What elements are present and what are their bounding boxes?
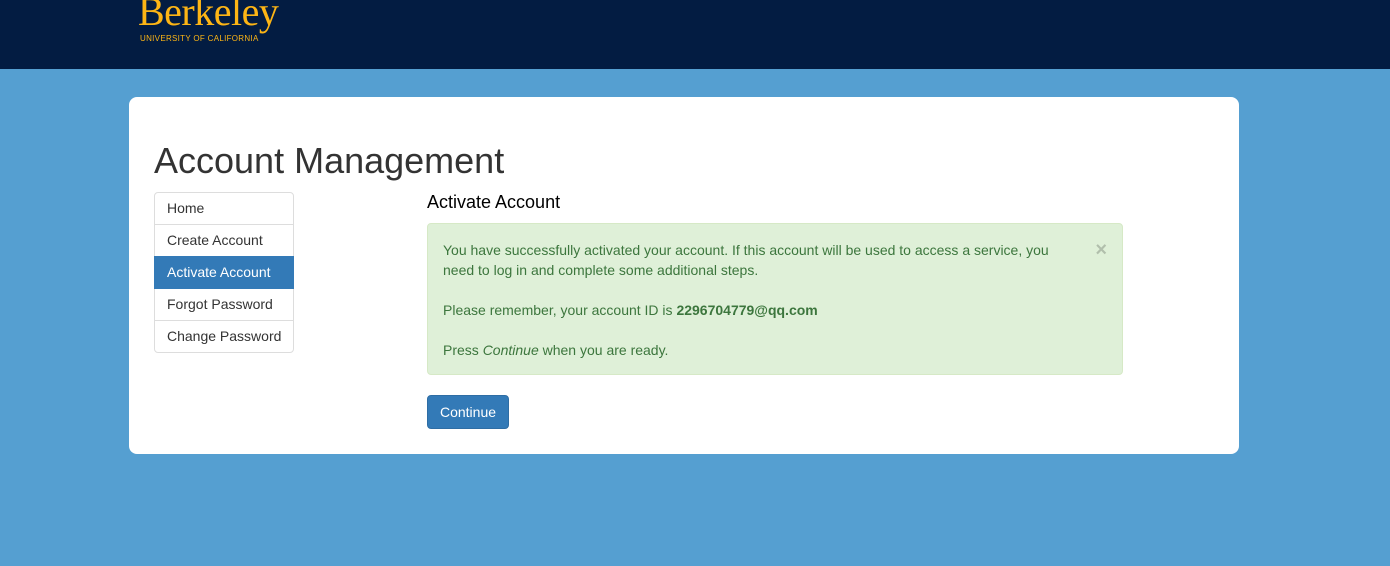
sidebar-item-create-account[interactable]: Create Account — [154, 224, 294, 257]
logo-subtext: UNIVERSITY OF CALIFORNIA — [140, 34, 259, 43]
account-id-value: 2296704779@qq.com — [676, 302, 818, 318]
sidebar-item-change-password[interactable]: Change Password — [154, 320, 294, 353]
sidebar-item-home[interactable]: Home — [154, 192, 294, 225]
continue-button[interactable]: Continue — [427, 395, 509, 429]
logo-wordmark: Berkeley — [138, 0, 279, 34]
section-title: Activate Account — [427, 192, 561, 212]
berkeley-logo[interactable]: Berkeley UNIVERSITY OF CALIFORNIA — [138, 0, 288, 46]
alert-continue-suffix: when you are ready. — [538, 342, 669, 358]
alert-continue-emphasis: Continue — [482, 342, 539, 358]
alert-message-activated: You have successfully activated your acc… — [443, 242, 1049, 278]
success-alert: × You have successfully activated your a… — [427, 223, 1123, 375]
content-card: Account Management Home Create Account A… — [129, 97, 1239, 454]
top-header-bar: Berkeley UNIVERSITY OF CALIFORNIA — [0, 0, 1390, 69]
alert-message-continue: Press Continue when you are ready. — [443, 340, 1082, 360]
alert-message-account-id: Please remember, your account ID is 2296… — [443, 300, 1082, 320]
alert-account-id-prefix: Please remember, your account ID is — [443, 302, 677, 318]
sidebar-nav: Home Create Account Activate Account For… — [154, 192, 294, 353]
sidebar-item-forgot-password[interactable]: Forgot Password — [154, 288, 294, 321]
alert-continue-prefix: Press — [443, 342, 483, 358]
page-title: Account Management — [154, 140, 505, 181]
close-icon[interactable]: × — [1095, 238, 1107, 262]
sidebar-item-activate-account[interactable]: Activate Account — [154, 256, 294, 289]
